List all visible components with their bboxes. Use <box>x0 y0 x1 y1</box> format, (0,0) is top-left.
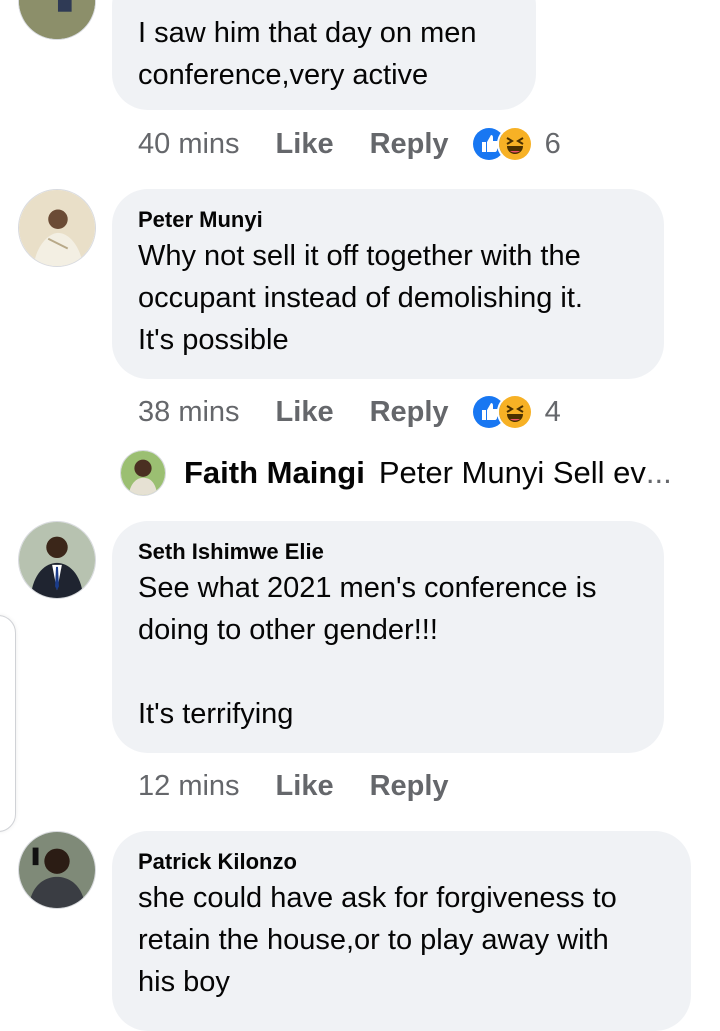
comment-actions: 12 mins Like Reply <box>138 766 485 806</box>
comment-bubble: Seth Ishimwe Elie See what 2021 men's co… <box>112 521 664 753</box>
commenter-avatar[interactable] <box>18 0 96 40</box>
reply-preview[interactable]: Faith Maingi Peter Munyi Sell ev... <box>120 448 672 498</box>
haha-reaction-icon <box>496 126 533 162</box>
reactions-summary[interactable]: 4 <box>470 394 561 430</box>
side-panel-edge[interactable] <box>0 615 16 832</box>
reaction-count: 6 <box>544 127 561 160</box>
reply-button[interactable]: Reply <box>370 128 449 161</box>
comment-timestamp[interactable]: 38 mins <box>138 396 240 429</box>
commenter-avatar[interactable] <box>18 521 96 599</box>
comment-bubble: Peter Munyi Why not sell it off together… <box>112 189 664 379</box>
reply-button[interactable]: Reply <box>370 396 449 429</box>
reply-button[interactable]: Reply <box>370 770 449 803</box>
comment-text: I saw him that day on men conference,ver… <box>138 17 477 91</box>
haha-reaction-icon <box>496 394 533 430</box>
commenter-avatar[interactable] <box>18 831 96 909</box>
comment-timestamp[interactable]: 12 mins <box>138 770 240 803</box>
reply-text: Peter Munyi Sell ev <box>378 455 646 490</box>
comment-author[interactable]: Patrick Kilonzo <box>138 847 665 877</box>
comment-author[interactable]: Peter Munyi <box>138 205 638 235</box>
like-button[interactable]: Like <box>276 770 334 803</box>
comment-author[interactable]: Seth Ishimwe Elie <box>138 537 638 567</box>
comment-bubble: I saw him that day on men conference,ver… <box>112 0 536 110</box>
comment-timestamp[interactable]: 40 mins <box>138 128 240 161</box>
comment-bubble: Patrick Kilonzo she could have ask for f… <box>112 831 691 1031</box>
reply-author[interactable]: Faith Maingi <box>184 455 365 491</box>
comment-actions: 38 mins Like Reply 4 <box>138 392 561 432</box>
reply-author-avatar <box>120 450 166 496</box>
reaction-count: 4 <box>544 395 561 428</box>
reactions-summary[interactable]: 6 <box>470 126 561 162</box>
reply-ellipsis: ... <box>645 455 672 490</box>
like-button[interactable]: Like <box>276 396 334 429</box>
comment-text: Why not sell it off together with the oc… <box>138 240 583 356</box>
commenter-avatar[interactable] <box>18 189 96 267</box>
like-button[interactable]: Like <box>276 128 334 161</box>
comment-actions: 40 mins Like Reply 6 <box>138 124 561 164</box>
comment-text: she could have ask for forgiveness to re… <box>138 882 617 998</box>
comment-text: See what 2021 men's conference is doing … <box>138 572 597 730</box>
